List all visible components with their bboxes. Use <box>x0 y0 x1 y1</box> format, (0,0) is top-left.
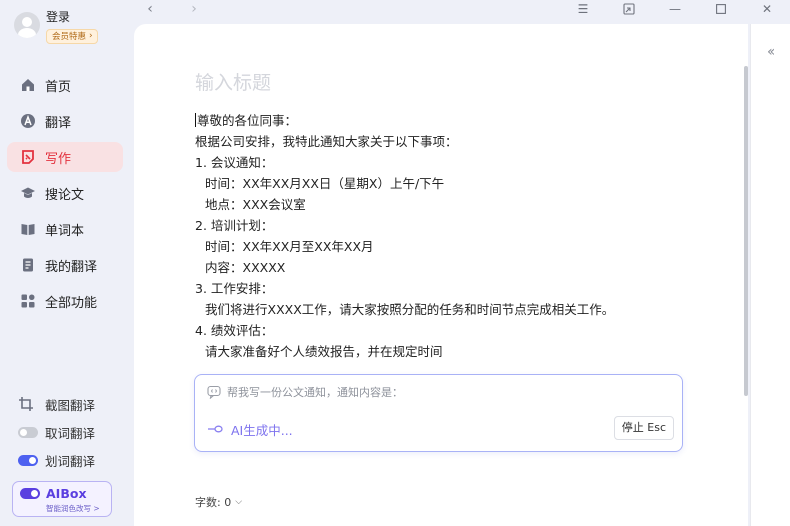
sidebar-nav: 首页 翻译 写作 搜论文 单词本 我的翻译 全部功能 <box>7 70 123 322</box>
sidebar-item-label: 全部功能 <box>45 295 98 311</box>
right-panel: ‹‹ <box>750 24 790 526</box>
doc-line: 根据公司安排，我特此通知大家关于以下事项： <box>195 134 458 149</box>
graduation-cap-icon <box>19 184 37 202</box>
doc-line: 2. 培训计划： <box>195 218 274 233</box>
selection-translate-toggle[interactable] <box>18 454 38 466</box>
aibox-button[interactable]: AIBox 智能润色改写 > <box>12 481 112 517</box>
back-arrow-icon[interactable]: ‹ <box>140 1 160 17</box>
home-icon <box>19 76 37 94</box>
vip-offer-badge[interactable]: 会员特惠 › <box>46 28 98 44</box>
chevron-down-icon: ⌵ <box>235 497 243 507</box>
title-input[interactable]: 输入标题 <box>195 68 271 95</box>
sidebar-item-translate[interactable]: 翻译 <box>7 106 123 136</box>
doc-line: 内容：XXXXX <box>205 260 286 275</box>
doc-line: 地点：XXX会议室 <box>205 197 306 212</box>
screenshot-translate-tool[interactable]: 截图翻译 <box>18 394 95 414</box>
maximize-icon[interactable] <box>698 0 744 18</box>
doc-line: 我们将进行XXXX工作，请大家按照分配的任务和时间节点完成相关工作。 <box>205 302 615 317</box>
ai-prompt: 帮我写一份公文通知，通知内容是： <box>207 384 403 400</box>
sidebar-item-my-translations[interactable]: 我的翻译 <box>7 250 123 280</box>
minimize-icon[interactable]: — <box>652 0 698 18</box>
tool-label: 截图翻译 <box>45 397 96 413</box>
doc-line: 1. 会议通知： <box>195 155 274 170</box>
ai-chat-icon <box>207 385 221 400</box>
sidebar: 登录 会员特惠 › 首页 翻译 写作 搜论文 单词本 我的翻译 全部功能 截图翻… <box>0 0 134 526</box>
word-count[interactable]: 字数: 0 ⌵ <box>195 494 242 510</box>
doc-line: 4. 绩效评估： <box>195 323 274 338</box>
window-controls: ☰ — ✕ <box>560 0 790 18</box>
book-icon <box>19 220 37 238</box>
word-pick-toggle[interactable] <box>18 426 38 438</box>
sidebar-item-label: 搜论文 <box>45 187 85 203</box>
text-cursor <box>195 113 196 127</box>
aibox-toggle-icon <box>20 488 40 499</box>
sidebar-item-label: 单词本 <box>45 223 85 239</box>
sidebar-item-writing[interactable]: 写作 <box>7 142 123 172</box>
tool-label: 划词翻译 <box>45 453 96 469</box>
editor-scrollbar[interactable] <box>744 66 748 396</box>
doc-line: 时间：XX年XX月XX日（星期X）上午/下午 <box>205 176 445 191</box>
writing-icon <box>19 148 37 166</box>
aibox-title: AIBox <box>46 486 87 501</box>
ai-status: AI生成中... <box>207 420 293 439</box>
ai-writing-box: 帮我写一份公文通知，通知内容是： AI生成中... 停止 Esc <box>194 374 683 452</box>
stop-generation-button[interactable]: 停止 Esc <box>613 416 674 440</box>
tool-label: 取词翻译 <box>45 425 96 441</box>
document-body[interactable]: 尊敬的各位同事： 根据公司安排，我特此通知大家关于以下事项： 1. 会议通知： … <box>195 110 685 362</box>
mini-mode-icon[interactable] <box>606 0 652 18</box>
sidebar-item-home[interactable]: 首页 <box>7 70 123 100</box>
login-link[interactable]: 登录 <box>46 10 98 24</box>
close-icon[interactable]: ✕ <box>744 0 790 18</box>
document-icon <box>19 256 37 274</box>
sidebar-item-label: 写作 <box>45 151 72 167</box>
doc-line: 尊敬的各位同事： <box>195 110 685 131</box>
profile-text: 登录 会员特惠 › <box>46 10 98 44</box>
aibox-subtitle: 智能润色改写 > <box>46 504 100 513</box>
forward-arrow-icon[interactable]: › <box>184 1 204 17</box>
doc-line: 3. 工作安排： <box>195 281 274 296</box>
grid-icon <box>19 292 37 310</box>
quick-tools: 截图翻译 取词翻译 划词翻译 <box>18 394 95 478</box>
history-nav: ‹ › <box>140 0 228 18</box>
translate-icon <box>19 112 37 130</box>
selection-translate-tool[interactable]: 划词翻译 <box>18 450 95 470</box>
sidebar-item-wordbook[interactable]: 单词本 <box>7 214 123 244</box>
avatar[interactable] <box>14 12 40 38</box>
ai-prompt-text: 帮我写一份公文通知，通知内容是： <box>227 386 403 399</box>
sidebar-item-label: 首页 <box>45 79 72 95</box>
sidebar-item-label: 我的翻译 <box>45 259 98 275</box>
ai-status-text: AI生成中... <box>231 423 293 438</box>
ai-generating-icon <box>207 422 223 437</box>
word-pick-translate-tool[interactable]: 取词翻译 <box>18 422 95 442</box>
toggle-off-icon <box>18 426 38 438</box>
word-count-label: 字数: 0 <box>195 496 232 509</box>
sidebar-item-label: 翻译 <box>45 115 72 131</box>
vip-badge-label: 会员特惠 <box>52 32 87 42</box>
doc-line: 时间：XX年XX月至XX年XX月 <box>205 239 374 254</box>
sidebar-item-papers[interactable]: 搜论文 <box>7 178 123 208</box>
crop-icon <box>18 396 38 412</box>
doc-line-text: 尊敬的各位同事： <box>197 113 298 128</box>
aibox-row: AIBox <box>20 486 111 501</box>
doc-line: 请大家准备好个人绩效报告，并在规定时间 <box>205 344 443 359</box>
profile[interactable]: 登录 会员特惠 › <box>14 10 98 44</box>
collapse-panel-icon[interactable]: ‹‹ <box>767 44 775 60</box>
chevron-right-icon: › <box>89 31 93 41</box>
toggle-on-icon <box>18 454 38 466</box>
menu-icon[interactable]: ☰ <box>560 0 606 18</box>
sidebar-item-all-features[interactable]: 全部功能 <box>7 286 123 316</box>
